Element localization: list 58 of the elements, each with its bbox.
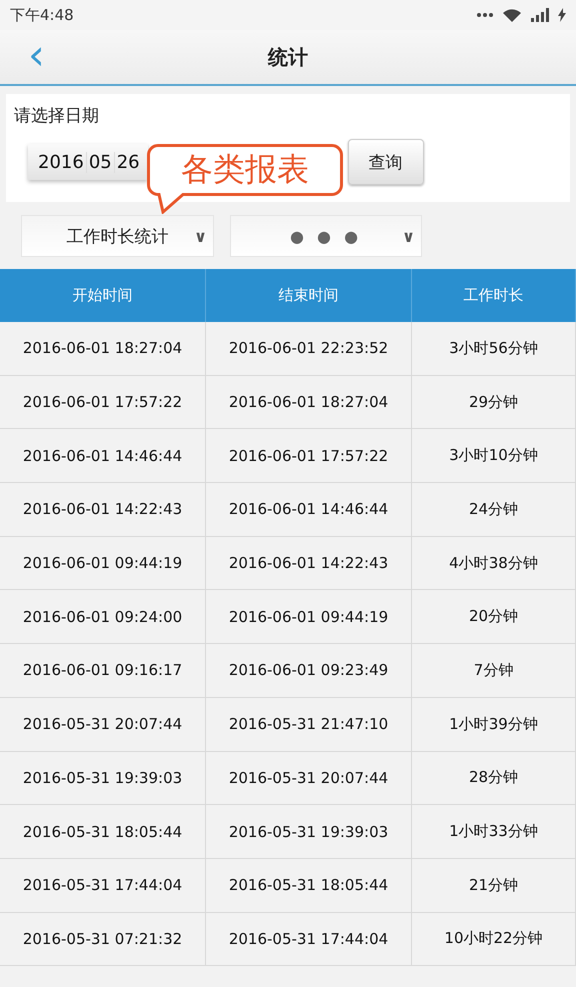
table-cell: 2016-06-01 18:27:04: [0, 322, 206, 375]
page-title: 统计: [268, 44, 308, 70]
month-value[interactable]: 05: [86, 152, 115, 172]
table-cell: 2016-05-31 18:05:44: [0, 805, 206, 858]
table-cell: 2016-06-01 18:27:04: [206, 376, 412, 428]
signal-icon: [530, 8, 550, 22]
callout-bubble: 各类报表: [147, 144, 343, 214]
table-cell: 29分钟: [412, 376, 576, 428]
wifi-icon: [502, 8, 522, 22]
table-cell: 21分钟: [412, 858, 576, 912]
table-cell: 3小时10分钟: [412, 429, 576, 482]
table-cell: 24分钟: [412, 483, 576, 536]
table-cell: 2016-06-01 09:44:19: [0, 536, 206, 590]
table-cell: 2016-05-31 20:07:44: [206, 752, 412, 804]
table-cell: 2016-06-01 09:23:49: [206, 644, 412, 697]
dropdown-arrow: ∨: [402, 226, 415, 246]
table-cell: 2016-06-01 14:22:43: [0, 483, 206, 536]
day-value[interactable]: 26: [114, 152, 142, 172]
table-cell: 2016-06-01 22:23:52: [206, 322, 412, 375]
table-cell: 2016-06-01 17:57:22: [0, 376, 206, 428]
table-cell: 2016-05-31 19:39:03: [206, 805, 412, 858]
table-cell: 7分钟: [412, 644, 576, 697]
table-cell: 2016-05-31 17:44:04: [0, 858, 206, 912]
charging-icon: [558, 8, 566, 22]
table-cell: 2016-05-31 21:47:10: [206, 698, 412, 750]
table-cell: 2016-05-31 17:44:04: [206, 912, 412, 966]
table-cell: 2016-06-01 14:22:43: [206, 536, 412, 590]
more-dots-icon: [476, 12, 494, 18]
date-label: 请选择日期: [14, 105, 100, 127]
column-header: 结束时间: [206, 269, 412, 322]
table-cell: 3小时56分钟: [412, 322, 576, 375]
query-button[interactable]: 查询: [348, 139, 424, 185]
table-cell: 2016-06-01 09:44:19: [206, 590, 412, 644]
table-cell: 2016-06-01 09:16:17: [0, 644, 206, 697]
dropdown-value: 工作时长统计: [66, 226, 168, 248]
table-cell: 1小时33分钟: [412, 805, 576, 858]
table-cell: 2016-05-31 20:07:44: [0, 698, 206, 750]
dropdown[interactable]: 工作时长统计 ∨: [21, 215, 214, 257]
column-header: 工作时长: [412, 269, 576, 322]
table-cell: 2016-05-31 18:05:44: [206, 858, 412, 912]
dropdown-value: ● ● ●: [290, 226, 362, 246]
dropdown-arrow: ∨: [194, 226, 207, 246]
table-cell: 2016-06-01 17:57:22: [206, 429, 412, 482]
table-cell: 2016-05-31 19:39:03: [0, 752, 206, 804]
table-cell: 10小时22分钟: [412, 912, 576, 966]
column-header: 开始时间: [0, 269, 206, 322]
table-cell: 1小时39分钟: [412, 698, 576, 750]
table-cell: 2016-06-01 14:46:44: [206, 483, 412, 536]
table-cell: 20分钟: [412, 590, 576, 644]
table-cell: 28分钟: [412, 752, 576, 804]
table-cell: 4小时38分钟: [412, 536, 576, 590]
table-cell: 2016-05-31 07:21:32: [0, 912, 206, 966]
date-picker[interactable]: 2016 05 26: [28, 144, 148, 180]
table-cell: 2016-06-01 09:24:00: [0, 590, 206, 644]
status-time: 下午4:48: [10, 6, 74, 24]
table-cell: 2016-06-01 14:46:44: [0, 429, 206, 482]
dropdown[interactable]: ● ● ● ∨: [230, 215, 422, 257]
year-value[interactable]: 2016: [36, 152, 87, 172]
